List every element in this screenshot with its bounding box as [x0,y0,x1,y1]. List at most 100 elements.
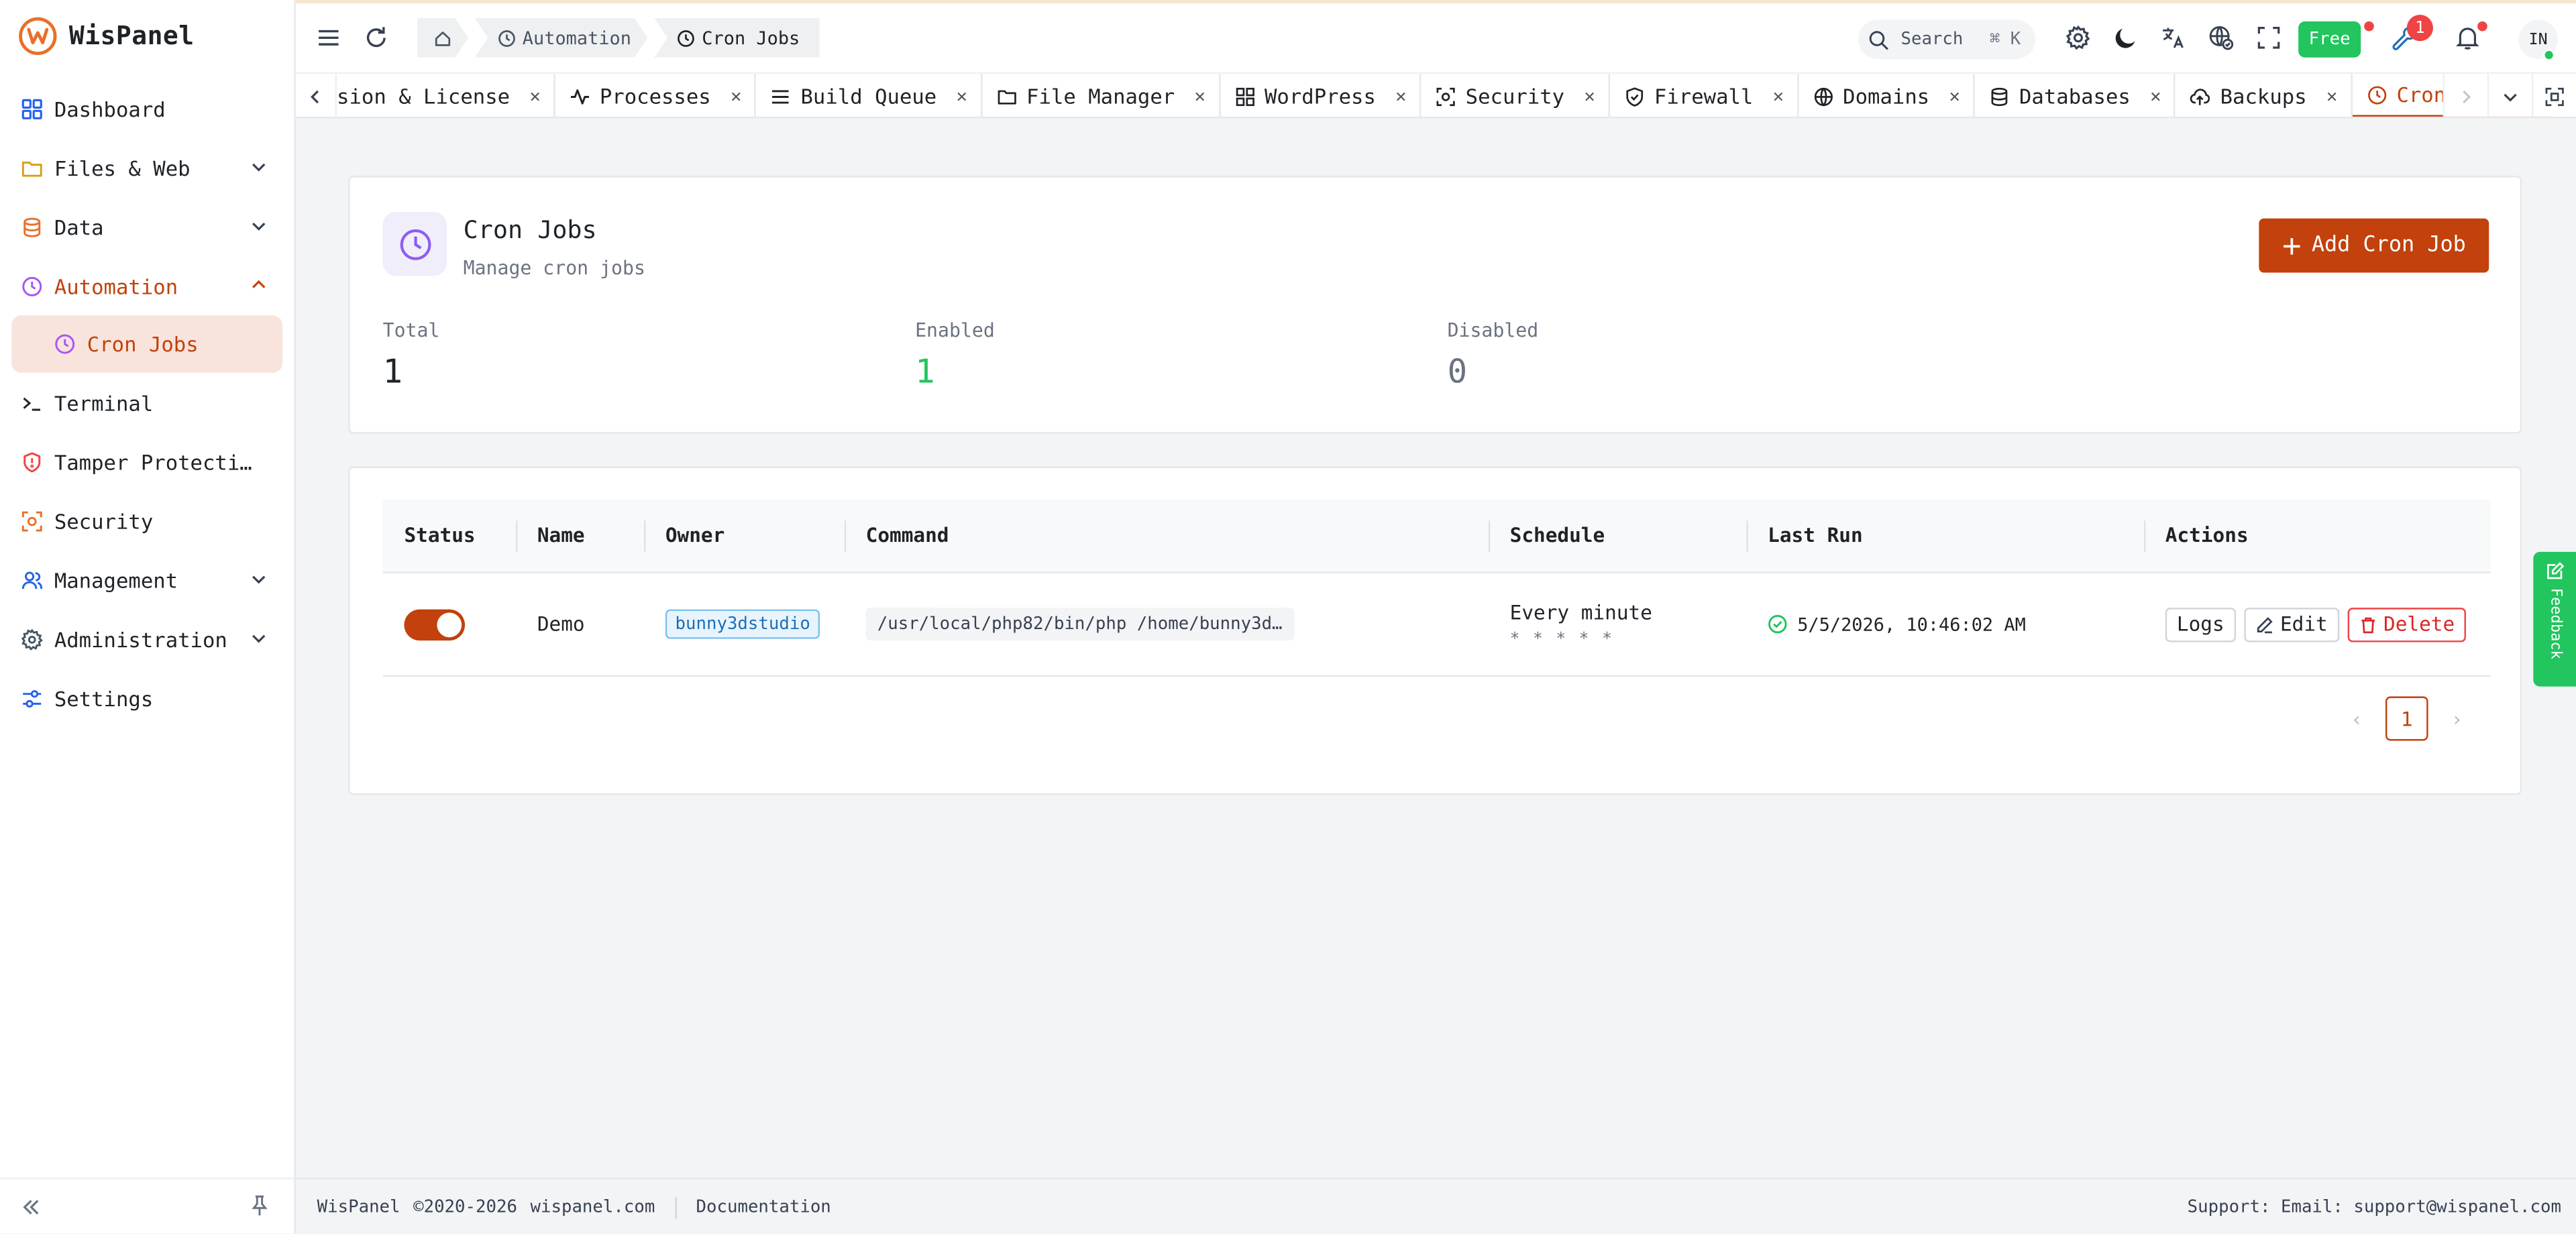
close-icon[interactable]: ✕ [1195,85,1205,107]
tab-firewall[interactable]: Firewall ✕ [1610,74,1799,117]
tab-databases[interactable]: Databases ✕ [1975,74,2176,117]
fullscreen-icon[interactable] [2255,25,2282,51]
chevron-left-icon [311,89,319,103]
tab-build-queue[interactable]: Build Queue ✕ [756,74,982,117]
breadcrumb-home[interactable] [417,18,468,58]
current-page[interactable]: 1 [2385,696,2428,741]
close-icon[interactable]: ✕ [957,85,967,107]
feedback-button[interactable]: Feedback [2533,551,2576,687]
column-header-command[interactable]: Command [844,499,1489,571]
tab-file-manager[interactable]: File Manager ✕ [982,74,1220,117]
chevron-down-icon [252,575,266,584]
tab-label: Domains [1843,83,1930,109]
tabs-menu-button[interactable] [2487,74,2532,117]
clock-icon [678,29,696,47]
add-cron-job-button[interactable]: Add Cron Job [2259,218,2489,273]
sidebar-item-label: Files & Web [54,155,191,180]
close-icon[interactable]: ✕ [731,85,741,107]
sidebar-item-cron-jobs[interactable]: Cron Jobs [11,315,283,373]
sidebar-item-label: Tamper Protecti… [54,449,252,474]
dashboard-icon [21,98,43,119]
globe-check-icon[interactable] [2208,25,2234,51]
search-icon [1869,30,1888,50]
edit-button[interactable]: Edit [2244,606,2339,642]
prev-page-button[interactable]: ‹ [2346,707,2367,730]
close-icon[interactable]: ✕ [1585,85,1595,107]
tab-domains[interactable]: Domains ✕ [1799,74,1975,117]
tabs-scroll-left-button[interactable] [295,74,337,117]
sidebar-item-tamper-protection[interactable]: Tamper Protecti… [0,432,294,491]
tabs-scroll-right-button[interactable] [2443,74,2487,117]
globe-icon [1813,87,1833,106]
sidebar-item-settings[interactable]: Settings [0,669,294,728]
sidebar-item-administration[interactable]: Administration [0,610,294,669]
translate-icon[interactable] [2160,25,2186,51]
close-icon[interactable]: ✕ [2326,85,2337,107]
sidebar-item-security[interactable]: Security [0,491,294,550]
stat-total: Total 1 [383,319,440,391]
top-bar: Automation Cron Jobs Search ⌘ K Free 1 I… [295,0,2576,72]
shield-icon [21,451,43,472]
menu-icon[interactable] [315,25,341,51]
expand-icon [2545,87,2564,105]
sidebar-item-dashboard[interactable]: Dashboard [0,79,294,138]
breadcrumb-label: Cron Jobs [702,27,800,49]
sidebar-item-terminal[interactable]: Terminal [0,373,294,432]
footer-site-link[interactable]: wispanel.com [531,1197,655,1219]
settings-gear-icon[interactable] [2065,25,2091,51]
close-icon[interactable]: ✕ [1395,85,1406,107]
sidebar-item-automation[interactable]: Automation [0,256,294,315]
column-header-owner[interactable]: Owner [644,499,845,571]
tab-backups[interactable]: Backups ✕ [2176,74,2353,117]
table-header: Status Name Owner Command Schedule Last … [382,499,2491,573]
sidebar-footer [0,1177,294,1233]
delete-button[interactable]: Delete [2347,606,2467,642]
plan-badge-dot [2364,21,2374,32]
cron-expression: * * * * * [1509,630,1614,649]
pin-icon[interactable] [248,1194,271,1217]
tabs-fullscreen-button[interactable] [2531,74,2576,117]
sidebar-item-label: Security [54,508,154,533]
close-icon[interactable]: ✕ [2150,85,2161,107]
tab-label: Processes [599,83,711,109]
tab-security[interactable]: Security ✕ [1421,74,1610,117]
moon-icon[interactable] [2112,25,2139,51]
column-header-status[interactable]: Status [383,499,516,571]
plan-badge[interactable]: Free [2298,21,2361,58]
users-icon [21,569,43,591]
next-page-button[interactable]: › [2447,707,2468,730]
pencil-icon [2257,616,2273,632]
sidebar-item-label: Dashboard [54,96,166,121]
tab-wordpress[interactable]: WordPress ✕ [1220,74,1421,117]
breadcrumb-automation[interactable]: Automation [475,18,648,58]
table-row: Demo bunny3dstudio /usr/local/php82/bin/… [382,573,2491,677]
sidebar-item-files-web[interactable]: Files & Web [0,138,294,197]
refresh-icon[interactable] [363,25,389,51]
sidebar-item-data[interactable]: Data [0,197,294,256]
tab-label: Build Queue [800,83,937,109]
footer-docs-link[interactable]: Documentation [696,1197,831,1219]
tab-processes[interactable]: Processes ✕ [555,74,757,117]
column-header-last-run[interactable]: Last Run [1746,499,2144,571]
edit-note-icon [2546,562,2564,579]
tab-version-license[interactable]: sion & License ✕ [337,74,555,117]
tabs: sion & License ✕ Processes ✕ Build Queue ✕ … [337,74,2553,117]
bell-icon[interactable] [2455,25,2481,51]
brand[interactable]: WisPanel [0,0,294,72]
close-icon[interactable]: ✕ [529,85,540,107]
search-button[interactable]: Search ⌘ K [1858,19,2036,60]
folder-icon [997,87,1016,106]
sidebar-item-management[interactable]: Management [0,550,294,609]
collapse-sidebar-icon[interactable] [19,1196,42,1219]
add-cron-job-label: Add Cron Job [2311,233,2466,258]
sidebar-item-label: Data [54,214,104,239]
close-icon[interactable]: ✕ [1773,85,1784,107]
footer-support[interactable]: Support: Email: support@wispanel.com [2188,1197,2561,1217]
stat-value: 1 [382,351,403,391]
status-toggle[interactable] [404,608,466,640]
close-icon[interactable]: ✕ [1949,85,1960,107]
column-header-name[interactable]: Name [515,499,644,571]
notification-count-badge: 1 [2406,15,2433,42]
logs-button[interactable]: Logs [2165,606,2236,642]
column-header-schedule[interactable]: Schedule [1488,499,1746,571]
